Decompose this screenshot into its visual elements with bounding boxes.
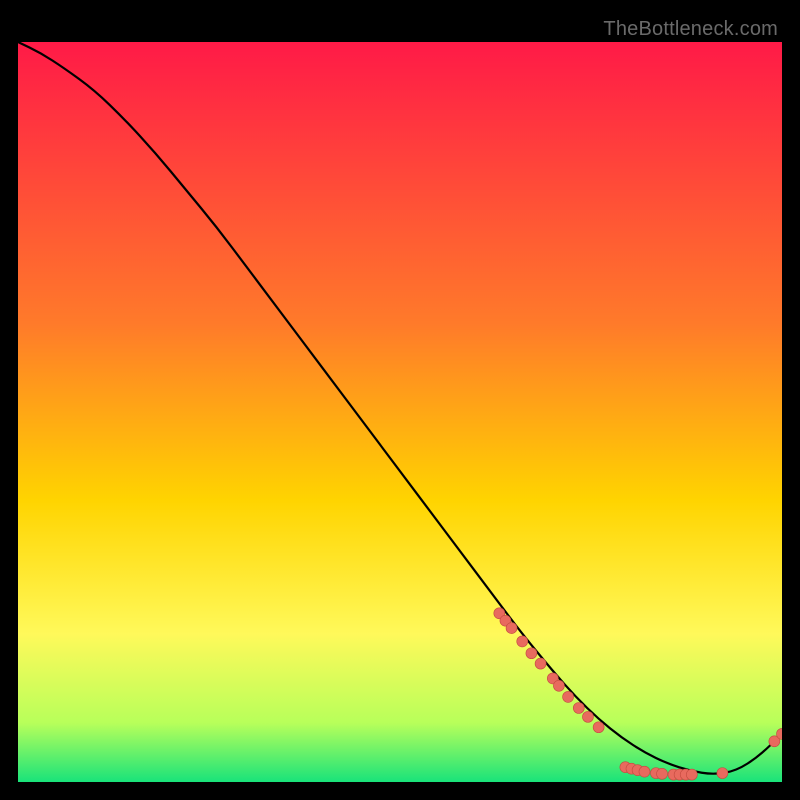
chart-plot: [18, 42, 782, 782]
data-marker: [563, 691, 574, 702]
data-marker: [517, 636, 528, 647]
data-marker: [657, 768, 668, 779]
data-marker: [593, 722, 604, 733]
data-marker: [686, 769, 697, 780]
data-marker: [573, 703, 584, 714]
chart-frame: TheBottleneck.com: [18, 18, 782, 782]
data-marker: [553, 680, 564, 691]
data-marker: [717, 768, 728, 779]
data-marker: [506, 623, 517, 634]
data-marker: [639, 766, 650, 777]
data-marker: [582, 711, 593, 722]
data-marker: [535, 658, 546, 669]
data-marker: [526, 648, 537, 659]
gradient-background: [18, 42, 782, 782]
watermark-text: TheBottleneck.com: [603, 18, 778, 41]
chart-svg: [18, 42, 782, 782]
